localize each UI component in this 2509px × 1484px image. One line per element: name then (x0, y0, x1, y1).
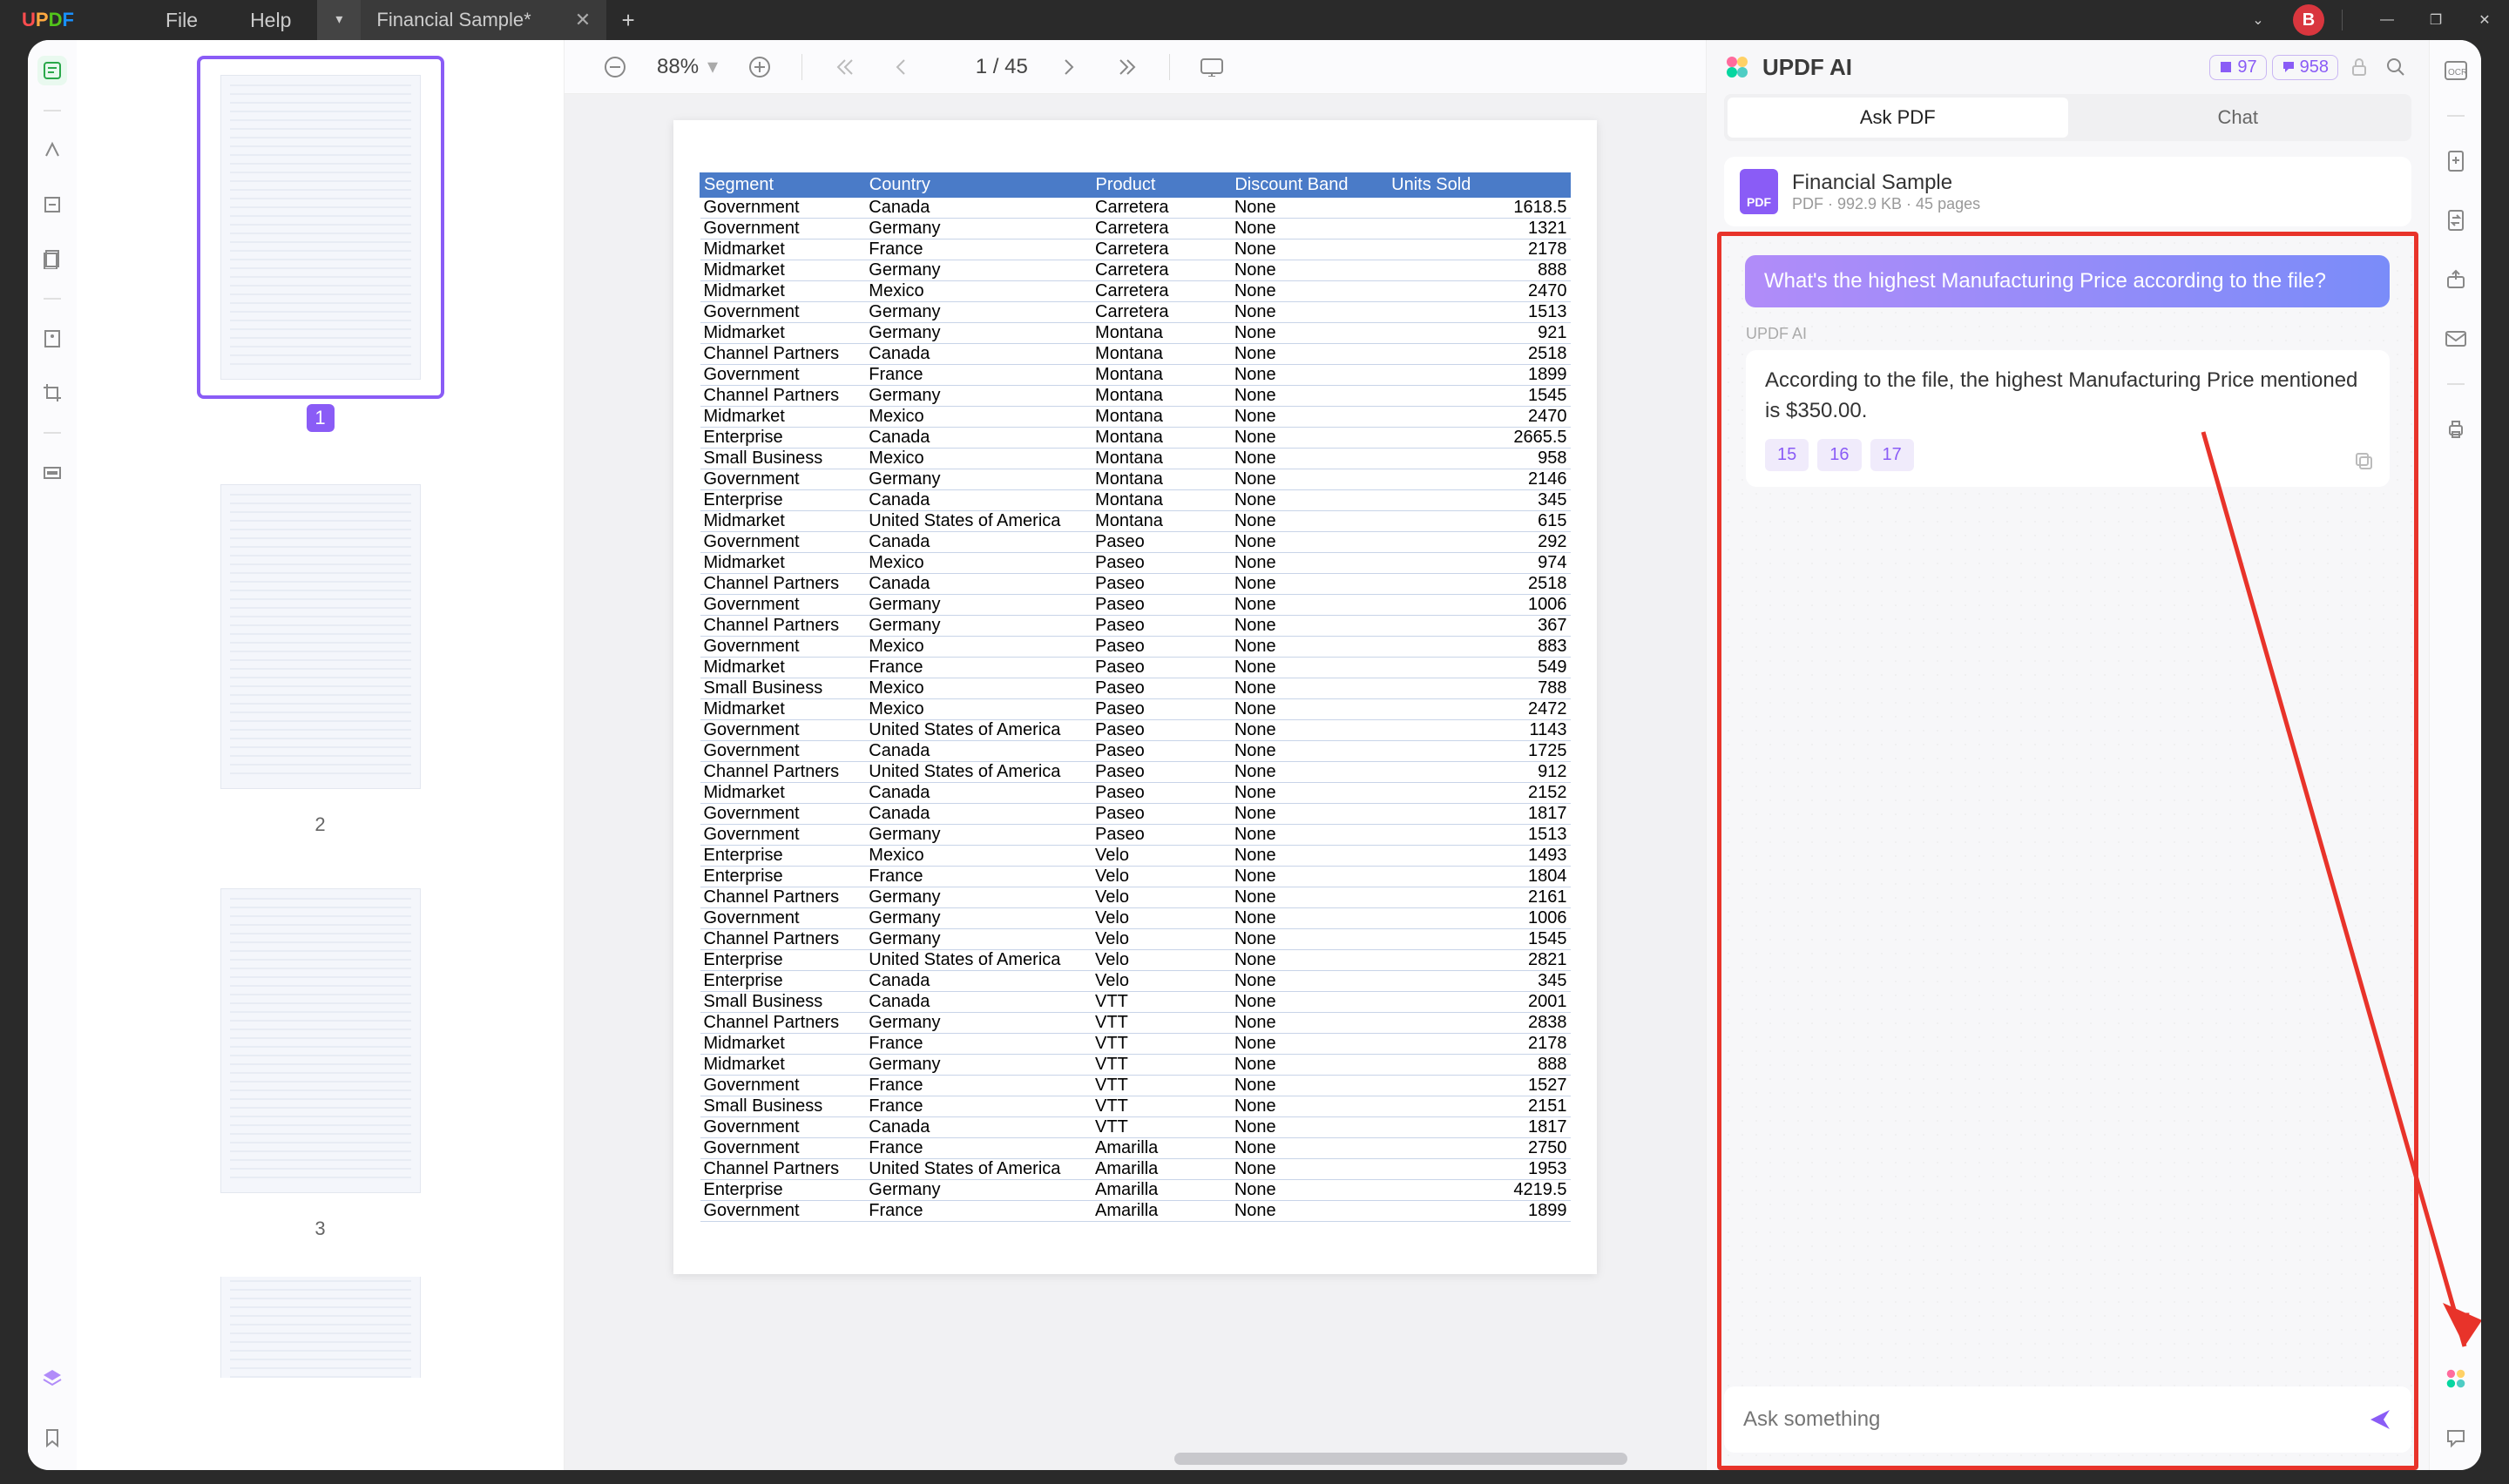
updf-ai-logo-icon (1724, 54, 1750, 80)
thumbnail-2[interactable] (199, 467, 443, 806)
menu-file[interactable]: File (139, 9, 224, 32)
reader-tool[interactable] (37, 56, 67, 85)
user-question-bubble: What's the highest Manufacturing Price a… (1745, 255, 2390, 307)
send-button[interactable] (2368, 1407, 2392, 1432)
zoom-in-button[interactable] (744, 51, 775, 83)
tab-chat[interactable]: Chat (2068, 98, 2409, 138)
add-tab-button[interactable]: + (606, 7, 650, 34)
pdf-badge-icon: PDF (1740, 169, 1778, 214)
lock-icon[interactable] (2343, 51, 2375, 83)
thumbnail-num: 2 (77, 813, 564, 836)
ai-sender-label: UPDF AI (1746, 325, 2390, 343)
separator (1169, 54, 1170, 80)
page-ref[interactable]: 15 (1765, 439, 1809, 471)
thumbnail-3[interactable] (199, 871, 443, 1211)
chat-area-highlighted: What's the highest Manufacturing Price a… (1717, 232, 2418, 1470)
next-page-button[interactable] (1054, 51, 1085, 83)
bookmark-icon[interactable] (37, 1423, 67, 1453)
comment-icon[interactable] (2441, 1423, 2471, 1453)
mail-icon[interactable] (2441, 324, 2471, 354)
copy-icon[interactable] (2355, 452, 2374, 471)
layers-icon[interactable] (37, 1364, 67, 1393)
print-icon[interactable] (2441, 415, 2471, 444)
ask-input[interactable] (1743, 1407, 2368, 1432)
share-icon[interactable] (2441, 265, 2471, 294)
export-icon[interactable] (2441, 146, 2471, 176)
file-card[interactable]: PDF Financial Sample PDF · 992.9 KB · 45… (1724, 157, 2411, 226)
redact-tool[interactable] (37, 458, 67, 488)
svg-text:OCR: OCR (2448, 68, 2467, 78)
convert-icon[interactable] (2441, 206, 2471, 235)
zoom-level: 88% (657, 55, 699, 79)
app-logo: UPDF (0, 9, 105, 31)
tab-title: Financial Sample* (376, 9, 531, 31)
first-page-button[interactable] (828, 51, 860, 83)
messages-badge[interactable]: 958 (2272, 55, 2338, 80)
thumbnail-num: 1 (307, 404, 335, 432)
thumbnail-panel: 1 2 3 (77, 40, 565, 1470)
file-name: Financial Sample (1792, 171, 1980, 195)
prev-page-button[interactable] (886, 51, 917, 83)
ai-answer-bubble: According to the file, the highest Manuf… (1746, 350, 2390, 487)
separator (44, 110, 61, 111)
separator (44, 432, 61, 434)
page-ref[interactable]: 17 (1870, 439, 1914, 471)
edit-tool[interactable] (37, 190, 67, 219)
document-tab[interactable]: Financial Sample* ✕ (361, 0, 606, 40)
close-tab-icon[interactable]: ✕ (575, 9, 591, 31)
financial-table: SegmentCountryProductDiscount BandUnits … (700, 172, 1571, 1222)
file-meta: PDF · 992.9 KB · 45 pages (1792, 195, 1980, 213)
pdf-page: SegmentCountryProductDiscount BandUnits … (673, 120, 1597, 1274)
present-button[interactable] (1196, 51, 1227, 83)
form-tool[interactable] (37, 324, 67, 354)
ai-answer-text: According to the file, the highest Manuf… (1765, 368, 2357, 422)
page-input[interactable] (943, 55, 987, 79)
page-total: 45 (1004, 55, 1028, 78)
page-sep: / (993, 55, 999, 78)
credits-badge[interactable]: 97 (2209, 55, 2266, 80)
ocr-icon[interactable]: OCR (2441, 56, 2471, 85)
tab-dropdown[interactable]: ▾ (317, 0, 361, 40)
page-ref[interactable]: 16 (1817, 439, 1861, 471)
zoom-dropdown-icon[interactable]: ▾ (707, 54, 718, 79)
user-avatar[interactable]: B (2293, 4, 2324, 36)
crop-tool[interactable] (37, 378, 67, 408)
chevron-down-icon[interactable]: ⌄ (2234, 0, 2282, 40)
zoom-out-button[interactable] (599, 51, 631, 83)
maximize-button[interactable]: ❐ (2411, 0, 2460, 40)
thumbnail-4[interactable] (199, 1275, 443, 1379)
minimize-button[interactable]: — (2363, 0, 2411, 40)
thumbnail-num: 3 (77, 1218, 564, 1240)
horizontal-scrollbar[interactable] (1174, 1453, 1627, 1465)
last-page-button[interactable] (1112, 51, 1143, 83)
highlight-tool[interactable] (37, 136, 67, 165)
separator (2447, 383, 2465, 385)
separator (44, 298, 61, 300)
close-button[interactable]: ✕ (2460, 0, 2509, 40)
thumbnail-1[interactable] (199, 57, 443, 397)
separator (2447, 115, 2465, 117)
separator (801, 54, 802, 80)
ai-panel-title: UPDF AI (1762, 54, 1852, 81)
menu-help[interactable]: Help (224, 9, 317, 32)
search-icon[interactable] (2380, 51, 2411, 83)
tab-ask-pdf[interactable]: Ask PDF (1728, 98, 2068, 138)
page-tool[interactable] (37, 244, 67, 273)
ai-chat-icon[interactable] (2441, 1364, 2471, 1393)
